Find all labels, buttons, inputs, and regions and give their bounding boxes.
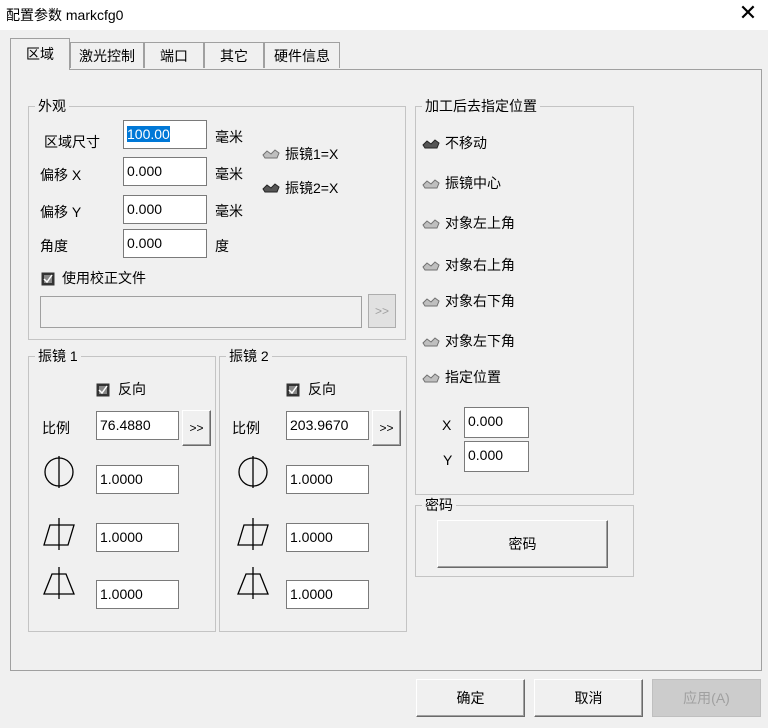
goto-option-bottom-right: 对象右下角 [445,293,515,309]
password-button[interactable]: 密码 [437,520,608,568]
galvo1-scale-input[interactable]: 76.4880 [96,411,179,440]
galvo1-param2-input[interactable]: 1.0000 [96,523,179,552]
galvo2-scale-button[interactable]: >> [372,410,401,446]
goto-option-bottom-left: 对象左下角 [445,333,515,349]
goto-x-input[interactable]: 0.000 [464,407,529,438]
galvo2-param2-input[interactable]: 1.0000 [286,523,369,552]
tab-port[interactable]: 端口 [144,42,204,68]
radio-icon[interactable] [422,138,440,150]
window-edge [768,30,777,728]
radio-icon[interactable] [422,336,440,348]
offset-x-unit: 毫米 [215,166,243,182]
galvo2-is-x-label: 振镜2=X [285,180,339,196]
angle-unit: 度 [215,238,229,254]
tab-hardware-info[interactable]: 硬件信息 [264,42,340,68]
galvo1-scale-label: 比例 [42,420,70,436]
tab-other[interactable]: 其它 [204,42,264,68]
goto-option-top-left: 对象左上角 [445,215,515,231]
mirror-trapezoid-icon [237,567,269,599]
goto-y-input[interactable]: 0.000 [464,441,529,472]
appearance-group-title: 外观 [35,98,69,114]
goto-x-label: X [442,417,452,433]
radio-icon[interactable] [262,182,280,194]
window-title: 配置参数 markcfg0 [6,7,124,23]
ok-button[interactable]: 确定 [416,679,525,717]
galvo1-reverse-label: 反向 [118,381,146,397]
offset-x-label: 偏移 X [40,167,82,183]
cancel-button[interactable]: 取消 [534,679,643,717]
offset-y-input[interactable]: 0.000 [123,195,207,224]
radio-icon[interactable] [262,148,280,160]
radio-icon[interactable] [422,218,440,230]
radio-icon[interactable] [422,296,440,308]
password-group-title: 密码 [422,497,456,513]
radio-icon[interactable] [422,260,440,272]
mirror-trapezoid-icon [43,567,75,599]
galvo2-reverse-label: 反向 [308,381,336,397]
tab-laser-control[interactable]: 激光控制 [70,42,144,68]
galvo2-scale-input[interactable]: 203.9670 [286,411,369,440]
area-size-unit: 毫米 [215,129,243,145]
tab-area[interactable]: 区域 [10,38,70,70]
galvo2-group-title: 振镜 2 [226,348,272,364]
radio-icon[interactable] [422,372,440,384]
checkbox-icon[interactable] [286,383,300,397]
galvo1-scale-button[interactable]: >> [182,410,211,446]
goto-option-no-move: 不移动 [445,135,487,151]
goto-option-galvo-center: 振镜中心 [445,175,501,191]
galvo1-param1-input[interactable]: 1.0000 [96,465,179,494]
galvo1-group-title: 振镜 1 [35,348,81,364]
radio-icon[interactable] [422,178,440,190]
galvo2-scale-label: 比例 [232,420,260,436]
mirror-parallelogram-icon [43,518,75,550]
mirror-parallelogram-icon [237,518,269,550]
mirror-vertical-icon [238,456,268,488]
checkbox-icon[interactable] [96,383,110,397]
mirror-vertical-icon [44,456,74,488]
goto-option-specified: 指定位置 [445,369,501,385]
close-icon[interactable]: ✕ [736,0,760,28]
angle-label: 角度 [40,238,68,254]
goto-y-label: Y [443,452,453,468]
angle-input[interactable]: 0.000 [123,229,207,258]
apply-button[interactable]: 应用(A) [652,679,761,717]
galvo1-is-x-label: 振镜1=X [285,146,339,162]
galvo1-param3-input[interactable]: 1.0000 [96,580,179,609]
galvo2-param1-input[interactable]: 1.0000 [286,465,369,494]
area-size-input[interactable]: 100.00 [123,120,207,149]
offset-x-input[interactable]: 0.000 [123,157,207,186]
offset-y-label: 偏移 Y [40,204,82,220]
checkbox-icon[interactable] [41,272,55,286]
offset-y-unit: 毫米 [215,203,243,219]
goto-option-top-right: 对象右上角 [445,257,515,273]
goto-after-group-title: 加工后去指定位置 [422,98,540,114]
area-size-label: 区域尺寸 [44,134,100,150]
galvo2-param3-input[interactable]: 1.0000 [286,580,369,609]
calib-browse-button[interactable]: >> [368,294,396,328]
calib-file-label: 使用校正文件 [62,270,146,286]
calib-file-path[interactable] [40,296,362,328]
